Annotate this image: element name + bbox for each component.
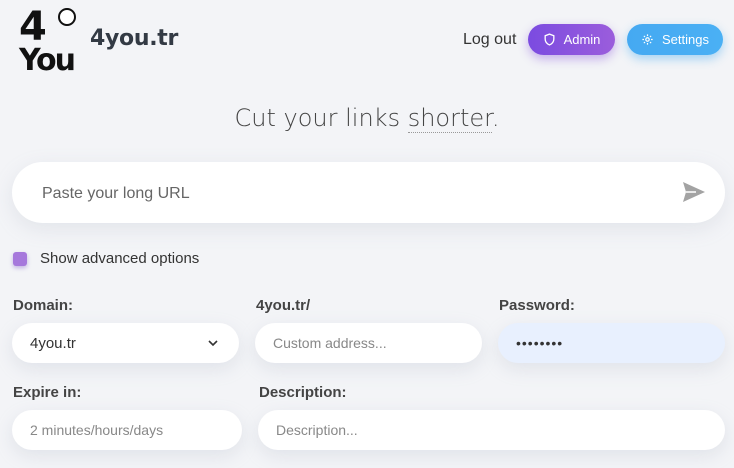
expire-input[interactable] bbox=[12, 410, 242, 450]
custom-address-input[interactable] bbox=[255, 323, 482, 363]
domain-select-value: 4you.tr bbox=[30, 334, 76, 352]
logout-link[interactable]: Log out bbox=[463, 31, 516, 49]
password-label: Password: bbox=[499, 297, 575, 314]
domain-label: Domain: bbox=[13, 297, 73, 314]
password-value: •••••••• bbox=[516, 335, 564, 351]
admin-button-label: Admin bbox=[563, 32, 601, 47]
url-input[interactable] bbox=[40, 162, 664, 225]
advanced-options-checkbox[interactable] bbox=[13, 251, 27, 266]
advanced-options-label[interactable]: Show advanced options bbox=[40, 250, 199, 267]
header: 4 You 4you.tr Log out Admin Settings bbox=[0, 0, 734, 80]
svg-text:You: You bbox=[18, 43, 74, 72]
brand-name[interactable]: 4you.tr bbox=[90, 26, 178, 51]
logo[interactable]: 4 You bbox=[18, 6, 80, 72]
description-input[interactable] bbox=[258, 410, 725, 450]
admin-button[interactable]: Admin bbox=[528, 24, 615, 55]
headline-prefix: Cut your links bbox=[234, 104, 408, 132]
password-input[interactable]: •••••••• bbox=[498, 323, 725, 363]
chevron-down-icon bbox=[208, 340, 218, 347]
url-input-container bbox=[12, 162, 725, 225]
advanced-options-toggle: Show advanced options bbox=[13, 250, 199, 267]
shield-icon bbox=[544, 33, 555, 46]
description-label: Description: bbox=[259, 384, 347, 401]
domain-select[interactable]: 4you.tr bbox=[12, 323, 239, 363]
gear-icon bbox=[642, 34, 653, 45]
headline-accent: shorter bbox=[407, 104, 492, 133]
settings-button[interactable]: Settings bbox=[627, 24, 723, 55]
custom-address-label: 4you.tr/ bbox=[256, 297, 311, 314]
send-icon[interactable] bbox=[682, 181, 706, 203]
expire-label: Expire in: bbox=[13, 384, 82, 401]
page-headline: Cut your links shorter. bbox=[0, 104, 734, 133]
settings-button-label: Settings bbox=[662, 32, 709, 47]
headline-suffix: . bbox=[491, 104, 500, 132]
